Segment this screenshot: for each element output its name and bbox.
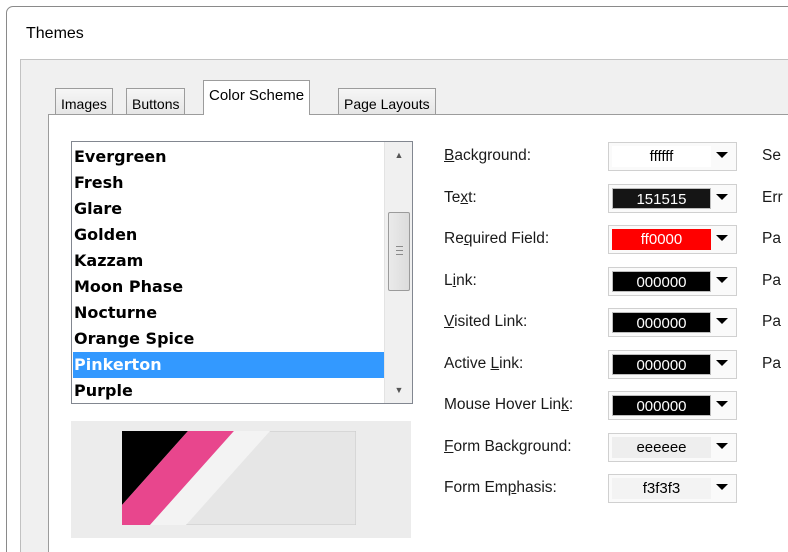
- list-item[interactable]: Purple: [73, 378, 384, 403]
- color-swatch: 000000: [612, 271, 711, 292]
- active-link-color-picker[interactable]: 000000: [608, 350, 737, 379]
- form-emphasis-color-picker[interactable]: f3f3f3: [608, 474, 737, 503]
- link-color-picker[interactable]: 000000: [608, 267, 737, 296]
- form-background-color-picker[interactable]: eeeeee: [608, 433, 737, 462]
- color-swatch: eeeeee: [612, 437, 711, 458]
- dropdown-arrow-icon[interactable]: [716, 401, 728, 407]
- dropdown-arrow-icon[interactable]: [716, 360, 728, 366]
- right-column-label: Pa: [762, 313, 781, 330]
- list-item[interactable]: Kazzam: [73, 248, 384, 274]
- right-column-label: Err: [762, 189, 783, 206]
- list-item[interactable]: Evergreen: [73, 144, 384, 170]
- scroll-down-icon[interactable]: ▼: [385, 377, 412, 403]
- required-field-label: Required Field:: [444, 230, 550, 247]
- right-column-label: Pa: [762, 272, 781, 289]
- list-item-selected[interactable]: Pinkerton: [73, 352, 384, 378]
- color-swatch: ff0000: [612, 229, 711, 250]
- color-swatch: ffffff: [612, 146, 711, 167]
- list-item[interactable]: Fresh: [73, 170, 384, 196]
- dropdown-arrow-icon[interactable]: [716, 152, 728, 158]
- tab-color-scheme[interactable]: Color Scheme: [203, 80, 311, 115]
- grip-icon: [396, 246, 403, 255]
- preview-image: [122, 431, 356, 525]
- right-column-label: Pa: [762, 230, 781, 247]
- list-item[interactable]: Golden: [73, 222, 384, 248]
- color-swatch: 000000: [612, 395, 711, 416]
- active-link-label: Active Link:: [444, 355, 524, 372]
- required-field-color-picker[interactable]: ff0000: [608, 225, 737, 254]
- background-label: Background:: [444, 147, 532, 164]
- mouse-hover-link-color-picker[interactable]: 000000: [608, 391, 737, 420]
- list-item[interactable]: Orange Spice: [73, 326, 384, 352]
- dropdown-arrow-icon[interactable]: [716, 277, 728, 283]
- dropdown-arrow-icon[interactable]: [716, 194, 728, 200]
- scroll-up-icon[interactable]: ▲: [385, 142, 412, 168]
- right-column-label: Se: [762, 147, 781, 164]
- background-color-picker[interactable]: ffffff: [608, 142, 737, 171]
- visited-link-label: Visited Link:: [444, 313, 528, 330]
- text-color-picker[interactable]: 151515: [608, 184, 737, 213]
- list-item[interactable]: Nocturne: [73, 300, 384, 326]
- color-swatch: 151515: [612, 188, 711, 209]
- visited-link-color-picker[interactable]: 000000: [608, 308, 737, 337]
- mouse-hover-link-label: Mouse Hover Link:: [444, 396, 574, 413]
- link-label: Link:: [444, 272, 477, 289]
- list-item[interactable]: Moon Phase: [73, 274, 384, 300]
- color-swatch: f3f3f3: [612, 478, 711, 499]
- dropdown-arrow-icon[interactable]: [716, 235, 728, 241]
- color-scheme-list[interactable]: Evergreen Fresh Glare Golden Kazzam Moon…: [71, 141, 413, 404]
- divider: [20, 540, 21, 552]
- list-scrollbar[interactable]: ▲ ▼: [384, 142, 412, 403]
- scroll-thumb[interactable]: [388, 212, 410, 291]
- dropdown-arrow-icon[interactable]: [716, 484, 728, 490]
- dropdown-arrow-icon[interactable]: [716, 443, 728, 449]
- right-column-label: Pa: [762, 355, 781, 372]
- window-title: Themes: [26, 25, 84, 42]
- form-background-label: Form Background:: [444, 438, 572, 455]
- text-label: Text:: [444, 189, 477, 206]
- list-item[interactable]: Glare: [73, 196, 384, 222]
- color-swatch: 000000: [612, 354, 711, 375]
- dropdown-arrow-icon[interactable]: [716, 318, 728, 324]
- color-swatch: 000000: [612, 312, 711, 333]
- scheme-preview: [71, 421, 411, 538]
- form-emphasis-label: Form Emphasis:: [444, 479, 557, 496]
